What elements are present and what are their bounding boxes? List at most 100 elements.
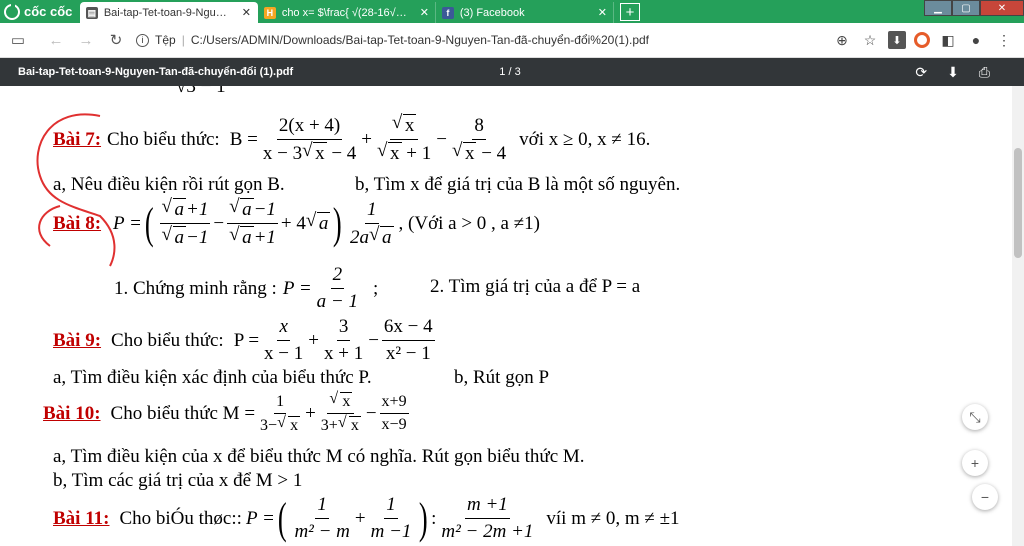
semicolon: ; (373, 277, 379, 299)
numerator: 1 (274, 393, 287, 414)
close-window-icon[interactable]: ✕ (980, 0, 1024, 16)
sqrt: a (229, 196, 254, 221)
facebook-icon: f (442, 6, 454, 19)
fraction: 8 x − 4 (450, 115, 508, 165)
numerator: m +1 (464, 494, 510, 519)
question: b, Rút gọn P (454, 367, 550, 388)
sqrt: x (277, 414, 301, 435)
address-bar[interactable]: i Tệp | C:/Users/ADMIN/Downloads/Bai-tap… (136, 27, 832, 53)
profile-icon[interactable]: ● (966, 30, 986, 50)
tab-hoc24[interactable]: H cho x= $\frac{ √(28-16√3) }{√3-1}$ ✕ (258, 2, 436, 23)
num-part: −1 (253, 199, 276, 220)
coccoc-brand[interactable]: cốc cốc (0, 0, 80, 23)
condition: với x ≥ 0, x ≠ 16. (519, 128, 651, 150)
bookmark-star-icon[interactable]: ☆ (860, 30, 880, 50)
den-part: x − 3 (262, 142, 303, 164)
numerator: x (389, 112, 419, 140)
question: 1. Chứng minh rằng : (114, 277, 277, 299)
pdf-page-content: √3 − 1 Bài 7: Cho biểu thức: B = 2(x + 4… (0, 86, 1012, 546)
right-paren: ) (419, 493, 429, 543)
den-part: + 1 (406, 143, 432, 164)
numerator: 1 (365, 199, 379, 224)
formula-lhs: B = (229, 128, 258, 150)
zoom-out-button[interactable]: − (972, 484, 998, 510)
radicand: a (172, 198, 187, 220)
formula-lhs: P = (113, 212, 142, 234)
fraction: x x − 1 (262, 316, 305, 365)
tab-label: (3) Facebook (459, 6, 525, 19)
denominator: m² − m (294, 521, 350, 542)
vertical-scrollbar[interactable] (1012, 86, 1024, 546)
question: a, Tìm điều kiện của x để biểu thức M có… (53, 446, 585, 467)
question: b, Tìm các giá trị của x để M > 1 (53, 470, 303, 491)
radicand: a (240, 226, 254, 248)
numerator: 6x − 4 (381, 316, 435, 341)
formula-lhs: P = (282, 277, 312, 299)
fraction: x x + 1 (375, 112, 433, 165)
sqrt: a (162, 196, 187, 221)
maximize-icon[interactable]: ▢ (952, 0, 980, 16)
minimize-icon[interactable]: ▁ (924, 0, 952, 16)
new-tab-button[interactable]: + (620, 3, 640, 21)
tab-label: Bai-tap-Tet-toan-9-Nguyen-Tan-đ (103, 6, 232, 19)
fraction: 1 m² − m (292, 494, 351, 543)
tab-pdf[interactable]: ▤ Bai-tap-Tet-toan-9-Nguyen-Tan-đ ✕ (80, 2, 258, 23)
sidebar-toggle-icon[interactable]: ▭ (6, 28, 30, 52)
extension-icon[interactable]: ◧ (938, 30, 958, 50)
print-icon[interactable]: ⎙ (979, 64, 990, 81)
denominator: x − 4 (450, 140, 508, 165)
plus-icon: + (970, 455, 980, 471)
fit-page-button[interactable]: ⤡ (962, 404, 988, 430)
plus-term: + 4 (280, 212, 306, 234)
sqrt: x (452, 140, 477, 165)
sqrt: a (162, 224, 187, 249)
menu-icon[interactable]: ⋮ (994, 30, 1014, 50)
exercise-label: Bài 8: (53, 212, 102, 234)
zoom-in-button[interactable]: + (962, 450, 988, 476)
forward-icon[interactable]: → (74, 28, 98, 52)
sqrt: x (377, 140, 402, 165)
divider: | (181, 33, 185, 47)
radicand: a (316, 212, 331, 234)
minus: − (213, 212, 225, 234)
coccoc-logo-icon (4, 3, 20, 20)
reload-icon[interactable]: ↻ (104, 28, 128, 52)
close-icon[interactable]: ✕ (242, 6, 251, 19)
radicand: x (313, 141, 327, 164)
tab-facebook[interactable]: f (3) Facebook ✕ (436, 2, 614, 23)
rotate-icon[interactable]: ⟳ (915, 64, 927, 81)
coccoc-extension-icon[interactable] (914, 32, 930, 48)
exercise-intro: Cho biểu thức: (107, 128, 220, 150)
sqrt: x (302, 140, 327, 165)
fraction: 6x − 4 x² − 1 (381, 316, 435, 365)
minus-icon: − (980, 489, 990, 505)
denominator: a−1 (160, 224, 211, 249)
zoom-icon[interactable]: ⊕ (832, 30, 852, 50)
denominator: x + 1 (323, 343, 364, 364)
radicand: a (380, 225, 394, 248)
radicand: a (172, 226, 187, 248)
numerator: a+1 (159, 196, 211, 224)
pdf-download-icon[interactable]: ⬇ (947, 64, 959, 81)
den-part: 3− (260, 416, 278, 434)
radicand: a (240, 198, 254, 220)
window-controls: ▁ ▢ ✕ (924, 0, 1024, 16)
exercise-8: Bài 8: P = ( a+1 a−1 − a−1 a+1 + 4a ) 1 … (53, 196, 540, 249)
back-icon[interactable]: ← (44, 28, 68, 52)
close-icon[interactable]: ✕ (598, 6, 607, 19)
exercise-intro: Cho biểu thức: (111, 329, 224, 351)
download-icon[interactable]: ⬇ (888, 31, 906, 49)
numerator: x (277, 316, 290, 341)
page-indicator: 1 / 3 (499, 66, 521, 78)
cutoff-text: √3 − 1 (176, 86, 226, 98)
left-paren: ( (277, 493, 287, 543)
radicand: x (340, 392, 353, 410)
den-part: +1 (253, 227, 276, 248)
minus: − (368, 329, 379, 351)
brand-name: cốc cốc (24, 4, 73, 19)
radicand: x (462, 141, 477, 164)
exercise-11: Bài 11: Cho biÓu thøc:: P = ( 1 m² − m +… (53, 494, 680, 543)
denominator: 3+ x (319, 414, 363, 435)
close-icon[interactable]: ✕ (420, 6, 429, 19)
scrollbar-thumb[interactable] (1014, 148, 1022, 258)
